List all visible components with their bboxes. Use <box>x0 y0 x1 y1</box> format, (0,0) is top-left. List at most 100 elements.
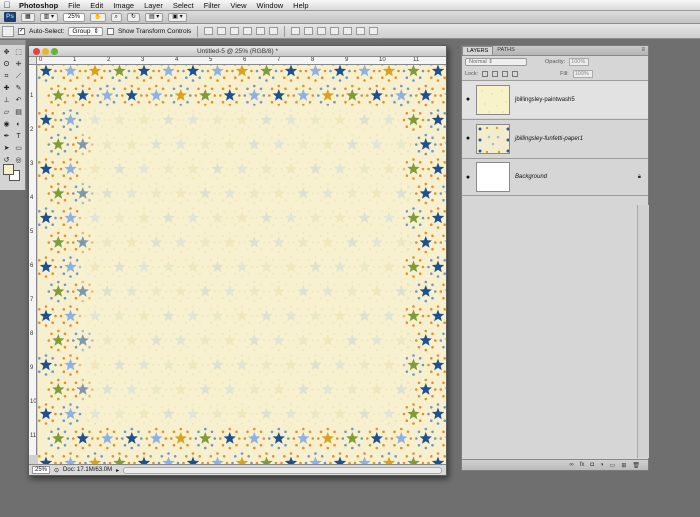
close-window-icon[interactable] <box>33 48 40 55</box>
new-group-icon[interactable]: ▭ <box>610 462 616 469</box>
dodge-tool-icon[interactable]: ◐ <box>13 119 24 130</box>
vertical-ruler[interactable]: 1 2 3 4 5 6 7 8 9 10 11 <box>29 65 37 455</box>
view-extras-button[interactable]: ▥ ▾ <box>39 12 59 22</box>
menu-file[interactable]: File <box>63 0 85 11</box>
align-bottom-icon[interactable] <box>230 27 240 35</box>
document-canvas[interactable] <box>38 65 446 465</box>
link-layers-icon[interactable]: ∞ <box>569 462 573 468</box>
auto-align-icon[interactable] <box>369 27 379 35</box>
lasso-tool-icon[interactable]: ʘ <box>1 59 12 70</box>
apple-menu-icon[interactable]:  <box>0 0 14 11</box>
document-title-bar[interactable]: Untitled-5 @ 25% (RGB/8) * <box>29 46 446 57</box>
visibility-eye-icon[interactable]: ● <box>462 174 474 181</box>
confetti-dot <box>332 76 335 79</box>
path-select-tool-icon[interactable]: ➤ <box>1 143 12 154</box>
quick-select-tool-icon[interactable]: ⁜ <box>13 59 24 70</box>
confetti-dot <box>204 84 207 88</box>
layer-name[interactable]: Background <box>515 174 638 180</box>
align-left-icon[interactable] <box>243 27 253 35</box>
confetti-dot <box>439 388 443 391</box>
tab-paths[interactable]: PATHS <box>493 46 519 55</box>
distribute-right-icon[interactable] <box>356 27 366 35</box>
menu-image[interactable]: Image <box>108 0 139 11</box>
shape-tool-icon[interactable]: ▭ <box>13 143 24 154</box>
menu-edit[interactable]: Edit <box>85 0 108 11</box>
fill-field[interactable]: 100% <box>572 70 593 78</box>
healing-tool-icon[interactable]: ✚ <box>1 83 12 94</box>
lock-all-icon[interactable] <box>512 71 519 77</box>
auto-select-checkbox[interactable]: ✓ <box>18 27 25 35</box>
show-transform-checkbox[interactable] <box>106 27 114 35</box>
adjustment-layer-icon[interactable]: ◑ <box>600 462 604 468</box>
blur-tool-icon[interactable]: ◉ <box>1 119 12 130</box>
rotate-view-button[interactable]: ↻ <box>126 12 140 22</box>
menu-filter[interactable]: Filter <box>199 0 226 11</box>
menu-view[interactable]: View <box>225 0 251 11</box>
eyedropper-tool-icon[interactable]: ⟋ <box>13 71 24 82</box>
layers-scrollbar[interactable] <box>637 205 649 458</box>
hand-tool-button[interactable]: ✋ <box>90 12 106 22</box>
minimize-window-icon[interactable] <box>42 48 49 55</box>
menu-app-name[interactable]: Photoshop <box>14 0 63 11</box>
marquee-tool-icon[interactable]: ⬚ <box>13 47 24 58</box>
crop-tool-icon[interactable]: ⌗ <box>1 71 12 82</box>
menu-window[interactable]: Window <box>251 0 288 11</box>
opacity-field[interactable]: 100% <box>569 58 590 66</box>
menu-select[interactable]: Select <box>168 0 199 11</box>
eraser-tool-icon[interactable]: ▱ <box>1 107 12 118</box>
panel-menu-icon[interactable]: ≡ <box>641 47 645 53</box>
align-right-icon[interactable] <box>269 27 279 35</box>
tool-preset-picker[interactable] <box>2 25 14 37</box>
3d-orbit-tool-icon[interactable]: ◎ <box>13 155 24 166</box>
foreground-color-swatch[interactable] <box>3 164 14 175</box>
distribute-top-icon[interactable] <box>291 27 301 35</box>
new-layer-icon[interactable]: ⊞ <box>621 462 626 469</box>
status-arrow-icon[interactable]: ▸ <box>116 467 119 474</box>
blend-mode-select[interactable]: Normal ⇕ <box>465 58 527 66</box>
visibility-eye-icon[interactable]: ● <box>462 135 474 142</box>
move-tool-icon[interactable]: ✥ <box>1 47 12 58</box>
screen-mode-button[interactable]: ▣ ▾ <box>168 12 187 22</box>
layer-name[interactable]: jbillingsley-funfetti-paper1 <box>515 136 648 142</box>
auto-select-dropdown[interactable]: Group ⇕ <box>68 26 103 36</box>
pen-tool-icon[interactable]: ✒ <box>1 131 12 142</box>
zoom-tool-button[interactable]: ⌕ <box>110 12 122 22</box>
ruler-origin[interactable] <box>29 57 37 65</box>
horizontal-scrollbar[interactable] <box>123 466 442 474</box>
brush-tool-icon[interactable]: ✎ <box>13 83 24 94</box>
distribute-left-icon[interactable] <box>330 27 340 35</box>
lock-transparency-icon[interactable] <box>482 71 489 77</box>
align-vcenter-icon[interactable] <box>217 27 227 35</box>
distribute-vcenter-icon[interactable] <box>304 27 314 35</box>
layer-style-icon[interactable]: fx <box>580 462 585 468</box>
layer-name[interactable]: jbillingsley-paintwash5 <box>515 97 648 103</box>
arrange-documents-button[interactable]: ▤ ▾ <box>144 12 164 22</box>
layer-mask-icon[interactable]: ◘ <box>590 462 594 468</box>
align-top-icon[interactable] <box>204 27 214 35</box>
type-tool-icon[interactable]: T <box>13 131 24 142</box>
menu-help[interactable]: Help <box>288 0 313 11</box>
status-zoom-field[interactable]: 25% <box>32 466 51 474</box>
menu-layer[interactable]: Layer <box>139 0 168 11</box>
align-hcenter-icon[interactable] <box>256 27 266 35</box>
lock-pixels-icon[interactable] <box>492 71 499 77</box>
history-brush-tool-icon[interactable]: ↶ <box>13 95 24 106</box>
confetti-dot <box>50 136 53 140</box>
launch-bridge-button[interactable]: ▦ <box>21 12 35 22</box>
gradient-tool-icon[interactable]: ▤ <box>13 107 24 118</box>
layer-row-paintwash[interactable]: ● jbillingsley-paintwash5 <box>462 80 648 118</box>
distribute-hcenter-icon[interactable] <box>343 27 353 35</box>
distribute-bottom-icon[interactable] <box>317 27 327 35</box>
status-menu-icon[interactable]: ⊙ <box>54 467 59 474</box>
lock-position-icon[interactable] <box>502 71 509 77</box>
zoom-window-icon[interactable] <box>51 48 58 55</box>
layer-row-background[interactable]: ● Background 🔒︎ <box>462 158 648 196</box>
tab-layers[interactable]: LAYERS <box>462 46 494 55</box>
delete-layer-icon[interactable]: 🗑︎ <box>632 462 640 469</box>
zoom-level-select[interactable]: 25% <box>63 12 86 22</box>
clone-stamp-tool-icon[interactable]: ⊥ <box>1 95 12 106</box>
layer-row-funfetti[interactable]: ● jbillingsley-funfetti-paper1 <box>462 119 648 157</box>
visibility-eye-icon[interactable]: ● <box>462 96 474 103</box>
horizontal-ruler[interactable]: 0 1 2 3 4 5 6 7 8 9 10 11 <box>37 57 446 65</box>
confetti-dot <box>75 112 79 115</box>
